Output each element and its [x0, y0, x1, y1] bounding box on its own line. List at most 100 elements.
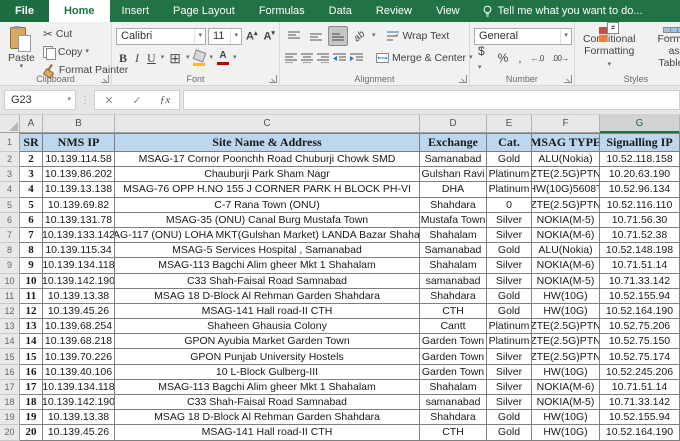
alignment-dialog-launcher-icon[interactable] — [458, 75, 467, 83]
cell-C18[interactable]: C33 Shah-Faisal Road Samnabad — [115, 395, 420, 411]
cell-A8[interactable]: 8 — [20, 243, 43, 259]
cell-D8[interactable]: Samanabad — [420, 243, 487, 259]
cell-F1[interactable]: MSAG TYPE — [532, 133, 600, 152]
cell-B18[interactable]: 10.139.142.190 — [43, 395, 115, 411]
cell-C7[interactable]: MSAG-117 (ONU) LOHA MKT(Gulshan Market) … — [115, 227, 420, 244]
row-header-6[interactable]: 6 — [0, 212, 20, 228]
name-box[interactable]: G23 ▾ — [4, 90, 76, 110]
paste-button[interactable]: Paste ▾ — [4, 25, 39, 79]
cell-B8[interactable]: 10.139.115.34 — [43, 243, 115, 259]
row-header-20[interactable]: 20 — [0, 425, 20, 441]
cell-B11[interactable]: 10.139.13.38 — [43, 288, 115, 304]
column-header-A[interactable]: A — [20, 115, 43, 133]
cell-F4[interactable]: HW(10G)5608T — [532, 182, 600, 198]
format-as-table-button[interactable]: ✎ Format as Table ▾ — [653, 24, 680, 71]
row-header-12[interactable]: 12 — [0, 303, 20, 320]
cell-E11[interactable]: Gold — [487, 288, 532, 304]
cell-E4[interactable]: Platinum — [487, 182, 532, 198]
cell-F13[interactable]: ZTE(2.5G)PTN — [532, 319, 600, 335]
wrap-text-button[interactable]: Wrap Text — [383, 28, 453, 44]
cell-E13[interactable]: Platinum — [487, 319, 532, 335]
select-all-button[interactable] — [0, 115, 20, 133]
cell-G10[interactable]: 10.71.33.142 — [600, 273, 680, 289]
row-header-15[interactable]: 15 — [0, 349, 20, 365]
cell-D20[interactable]: CTH — [420, 425, 487, 441]
row-header-13[interactable]: 13 — [0, 319, 20, 335]
cell-C2[interactable]: MSAG-17 Cornor Poonchh Road Chuburji Cho… — [115, 152, 420, 168]
cell-G1[interactable]: Signalling IP — [600, 133, 680, 152]
cell-B3[interactable]: 10.139.86.202 — [43, 167, 115, 183]
cell-E7[interactable]: Silver — [487, 227, 532, 244]
cell-F20[interactable]: HW(10G) — [532, 425, 600, 441]
cell-C20[interactable]: MSAG-141 Hall road-II CTH — [115, 425, 420, 441]
font-dialog-launcher-icon[interactable] — [268, 75, 277, 83]
cell-A12[interactable]: 12 — [20, 303, 43, 320]
cell-B1[interactable]: NMS IP — [43, 133, 115, 152]
cell-G9[interactable]: 10.71.51.14 — [600, 258, 680, 274]
cell-F18[interactable]: NOKIA(M-5) — [532, 395, 600, 411]
cell-G6[interactable]: 10.71.56.30 — [600, 212, 680, 228]
number-dialog-launcher-icon[interactable] — [563, 75, 572, 83]
cell-C8[interactable]: MSAG-5 Services Hospital , Samanabad — [115, 243, 420, 259]
cell-F7[interactable]: NOKIA(M-6) — [532, 227, 600, 244]
cell-G11[interactable]: 10.52.155.94 — [600, 288, 680, 304]
row-header-3[interactable]: 3 — [0, 167, 20, 183]
cell-D6[interactable]: Mustafa Town — [420, 212, 487, 228]
cell-C9[interactable]: MSAG-113 Bagchi Alim gheer Mkt 1 Shahala… — [115, 258, 420, 274]
column-header-G[interactable]: G — [600, 115, 680, 133]
cell-F12[interactable]: HW(10G) — [532, 303, 600, 320]
cell-B17[interactable]: 10.139.134.118 — [43, 379, 115, 395]
cell-A11[interactable]: 11 — [20, 288, 43, 304]
column-header-D[interactable]: D — [420, 115, 487, 133]
grow-font-button[interactable]: A▴ — [244, 29, 259, 43]
tab-file[interactable]: File — [0, 0, 49, 22]
column-header-E[interactable]: E — [487, 115, 532, 133]
cell-F14[interactable]: ZTE(2.5G)PTN — [532, 334, 600, 350]
increase-decimal-button[interactable]: ←.0 — [528, 54, 547, 63]
align-top-button[interactable] — [284, 26, 304, 46]
cell-E12[interactable]: Gold — [487, 303, 532, 320]
font-family-combo[interactable]: Calibri ▾ — [116, 27, 206, 45]
cell-B10[interactable]: 10.139.142.190 — [43, 273, 115, 289]
cell-B20[interactable]: 10.139.45.26 — [43, 425, 115, 441]
cell-B2[interactable]: 10.139.114.58 — [43, 152, 115, 168]
cell-D18[interactable]: samanabad — [420, 395, 487, 411]
cell-A10[interactable]: 10 — [20, 273, 43, 289]
cell-D10[interactable]: samanabad — [420, 273, 487, 289]
borders-button[interactable]: ⊞ — [166, 51, 184, 65]
align-middle-button[interactable] — [306, 26, 326, 46]
increase-indent-button[interactable] — [349, 48, 364, 68]
cell-F15[interactable]: ZTE(2.5G)PTN — [532, 349, 600, 365]
cell-C13[interactable]: Shaheen Ghausia Colony — [115, 319, 420, 335]
cell-G15[interactable]: 10.52.75.174 — [600, 349, 680, 365]
tab-insert[interactable]: Insert — [110, 0, 162, 22]
column-header-B[interactable]: B — [43, 115, 115, 133]
formula-input[interactable] — [183, 90, 680, 110]
align-left-button[interactable] — [284, 48, 298, 68]
row-header-10[interactable]: 10 — [0, 273, 20, 289]
cell-D12[interactable]: CTH — [420, 303, 487, 320]
row-header-18[interactable]: 18 — [0, 395, 20, 411]
cell-C3[interactable]: Chauburji Park Sham Nagr — [115, 167, 420, 183]
row-header-14[interactable]: 14 — [0, 334, 20, 350]
cell-E9[interactable]: Silver — [487, 258, 532, 274]
font-color-button[interactable]: A — [215, 51, 231, 65]
cell-G12[interactable]: 10.52.164.190 — [600, 303, 680, 320]
cell-E20[interactable]: Gold — [487, 425, 532, 441]
cell-G2[interactable]: 10.52.118.158 — [600, 152, 680, 168]
cell-E17[interactable]: Silver — [487, 379, 532, 395]
cell-G16[interactable]: 10.52.245.206 — [600, 364, 680, 380]
row-header-2[interactable]: 2 — [0, 152, 20, 168]
number-format-combo[interactable]: General ▾ — [473, 27, 572, 45]
percent-style-button[interactable]: % — [494, 51, 513, 65]
cell-D3[interactable]: Gulshan Ravi — [420, 167, 487, 183]
cell-E14[interactable]: Platinum — [487, 334, 532, 350]
cell-A4[interactable]: 4 — [20, 182, 43, 198]
italic-button[interactable]: I — [132, 51, 142, 66]
cell-A18[interactable]: 18 — [20, 395, 43, 411]
cell-C4[interactable]: MSAG-76 OPP H.NO 155 J CORNER PARK H BLO… — [115, 182, 420, 198]
comma-style-button[interactable]: , — [514, 51, 525, 65]
cell-C5[interactable]: C-7 Rana Town (ONU) — [115, 197, 420, 213]
align-right-button[interactable] — [316, 48, 330, 68]
cell-F8[interactable]: ALU(Nokia) — [532, 243, 600, 259]
